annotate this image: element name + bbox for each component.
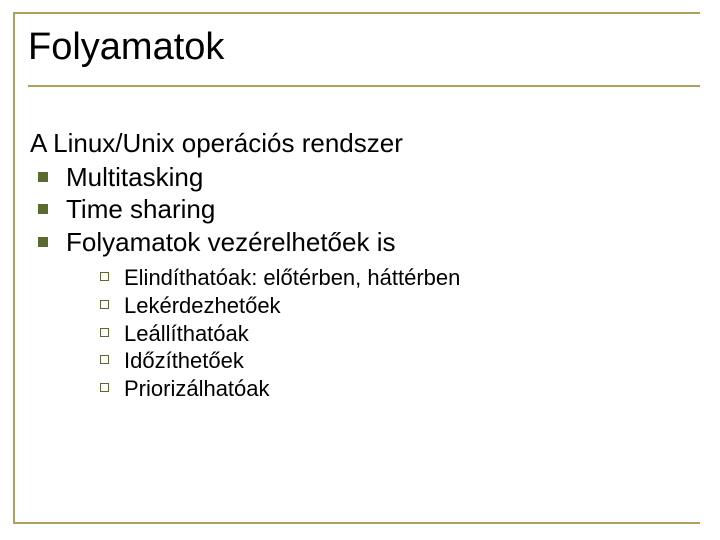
frame-rule-top [13, 12, 700, 14]
frame-rule-bottom [13, 522, 700, 524]
list-item-label: Leállíthatóak [124, 321, 249, 346]
title-underline [28, 85, 700, 87]
list-item-label: Lekérdezhetőek [124, 293, 281, 318]
list-item: Időzíthetőek [94, 348, 690, 375]
list-item: Folyamatok vezérelhetőek is Elindíthatóa… [30, 227, 690, 403]
list-item-label: Priorizálhatóak [124, 376, 270, 401]
list-item: Time sharing [30, 194, 690, 226]
slide: Folyamatok A Linux/Unix operációs rendsz… [0, 0, 720, 540]
bullet-list-level1: Multitasking Time sharing Folyamatok vez… [30, 162, 690, 403]
intro-text: A Linux/Unix operációs rendszer [30, 128, 690, 160]
title-area: Folyamatok [28, 18, 700, 87]
list-item-label: Time sharing [66, 194, 215, 224]
list-item: Leállíthatóak [94, 321, 690, 348]
list-item: Multitasking [30, 162, 690, 194]
frame-rule-left [13, 12, 15, 524]
slide-title: Folyamatok [28, 18, 700, 79]
list-item-label: Elindíthatóak: előtérben, háttérben [124, 265, 460, 290]
list-item-label: Folyamatok vezérelhetőek is [66, 227, 395, 257]
list-item: Priorizálhatóak [94, 376, 690, 403]
list-item-label: Időzíthetőek [124, 348, 244, 373]
list-item-label: Multitasking [66, 162, 203, 192]
slide-body: A Linux/Unix operációs rendszer Multitas… [30, 128, 690, 404]
bullet-list-level2: Elindíthatóak: előtérben, háttérben Leké… [66, 265, 690, 403]
list-item: Lekérdezhetőek [94, 293, 690, 320]
list-item: Elindíthatóak: előtérben, háttérben [94, 265, 690, 292]
